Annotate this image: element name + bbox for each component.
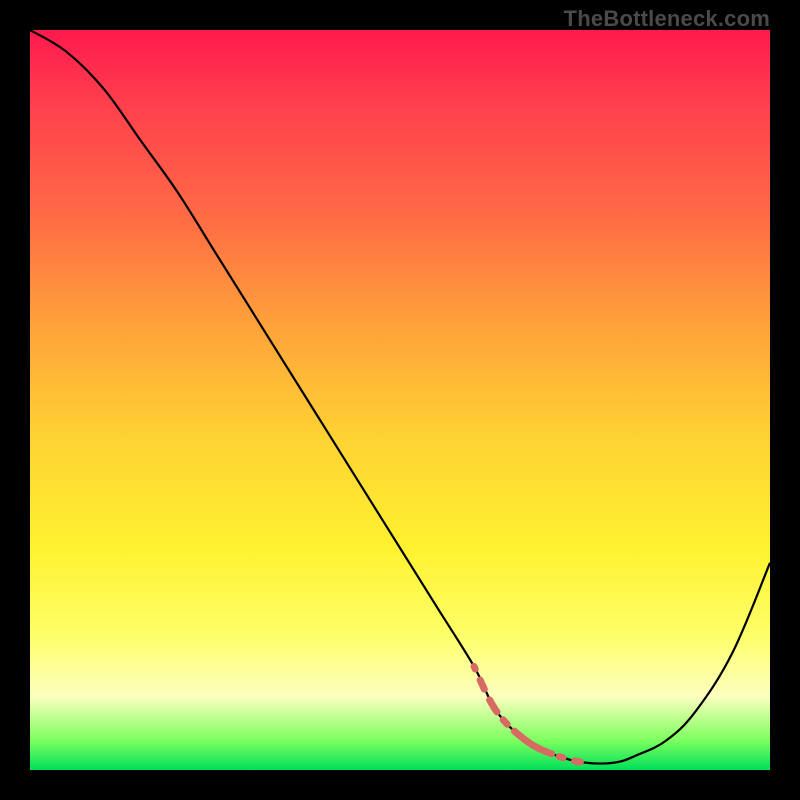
bottleneck-curve-svg [30,30,770,770]
bottleneck-curve [30,30,770,764]
gradient-plot-area [30,30,770,770]
watermark-text: TheBottleneck.com [564,6,770,32]
highlight-valley-dots [474,666,666,763]
outer-frame: TheBottleneck.com [0,0,800,800]
